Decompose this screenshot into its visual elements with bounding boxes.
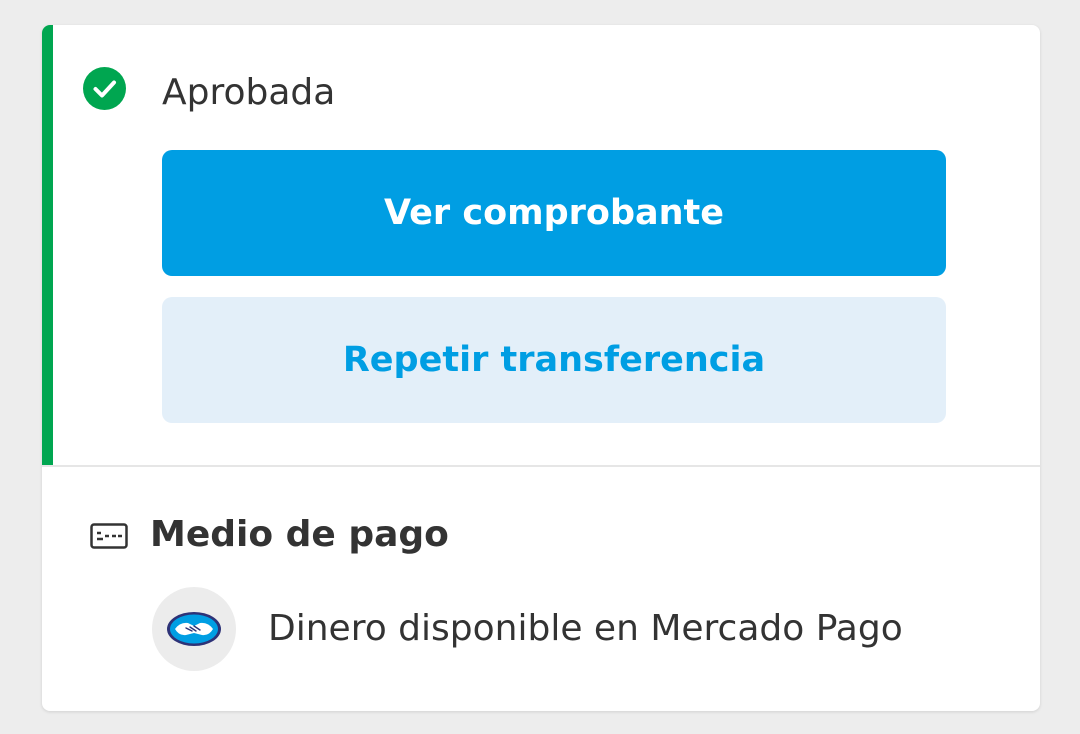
transfer-detail-card: Aprobada Ver comprobante Repetir transfe… xyxy=(42,25,1040,711)
view-receipt-button[interactable]: Ver comprobante xyxy=(162,150,946,276)
payment-method-title: Medio de pago xyxy=(150,514,449,555)
status-label: Aprobada xyxy=(162,72,336,113)
payment-method-label: Dinero disponible en Mercado Pago xyxy=(268,608,903,649)
status-section: Aprobada Ver comprobante Repetir transfe… xyxy=(42,25,1040,465)
credit-card-icon xyxy=(90,523,128,549)
check-circle-icon xyxy=(83,67,126,110)
status-accent-bar xyxy=(42,25,53,465)
repeat-transfer-button[interactable]: Repetir transferencia xyxy=(162,297,946,423)
payment-method-avatar xyxy=(152,587,236,671)
mercado-pago-handshake-icon xyxy=(167,612,221,646)
section-divider xyxy=(42,465,1040,467)
